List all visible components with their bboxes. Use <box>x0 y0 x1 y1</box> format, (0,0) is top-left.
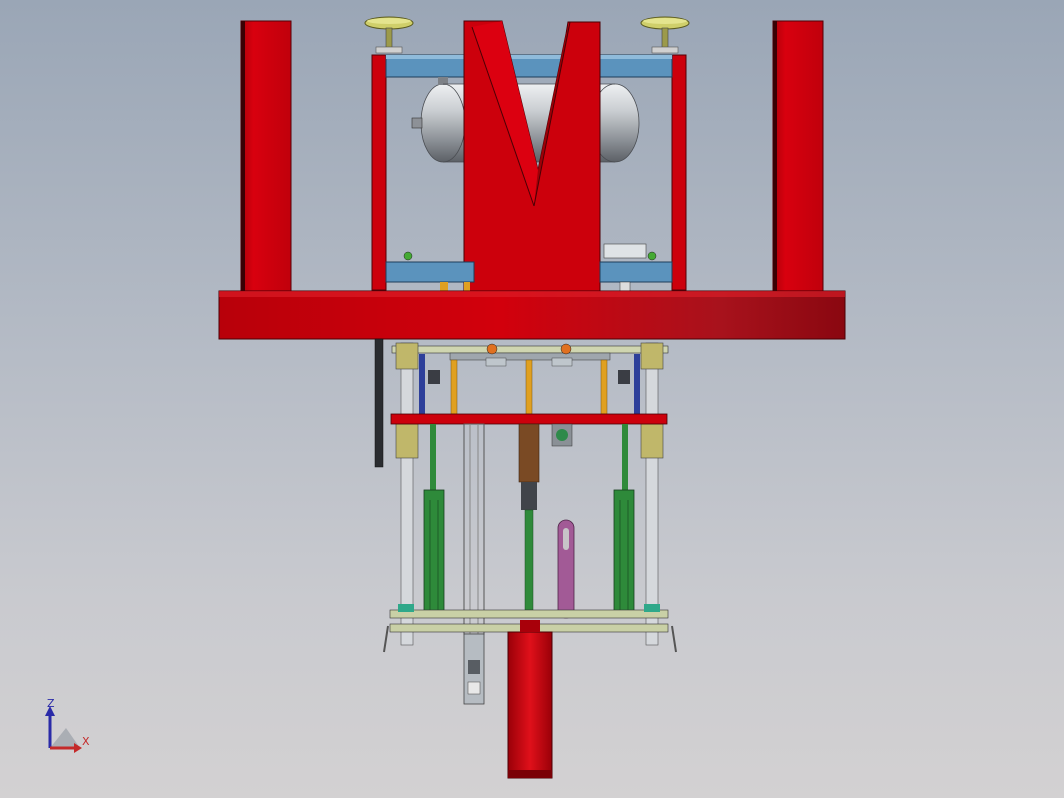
graphics-viewport[interactable]: Z X <box>0 0 1064 798</box>
right-handwheel[interactable] <box>640 16 690 54</box>
right-cylinder <box>613 424 635 613</box>
sensor-block <box>551 423 573 447</box>
view-orientation-triad[interactable]: Z X <box>36 696 106 762</box>
left-cylinder <box>423 424 445 613</box>
right-guide-post <box>640 342 664 646</box>
z-axis-label: Z <box>47 697 55 710</box>
center-actuator <box>518 423 540 611</box>
linear-guide-rail <box>463 423 485 635</box>
top-blue-plate <box>385 54 673 78</box>
left-hanging-bracket <box>374 338 384 468</box>
encoder-module <box>463 633 485 705</box>
red-base-plate <box>218 290 846 340</box>
left-outer-column <box>240 20 292 294</box>
servo-motor <box>507 620 553 779</box>
left-guide-post <box>395 342 419 646</box>
orange-bolts <box>450 359 608 415</box>
red-middle-bar <box>390 413 668 425</box>
right-outer-column <box>772 20 824 294</box>
left-handwheel[interactable] <box>364 16 414 54</box>
machine-model[interactable] <box>0 0 1064 798</box>
slotted-link <box>557 519 575 619</box>
x-axis-label: X <box>82 735 90 748</box>
